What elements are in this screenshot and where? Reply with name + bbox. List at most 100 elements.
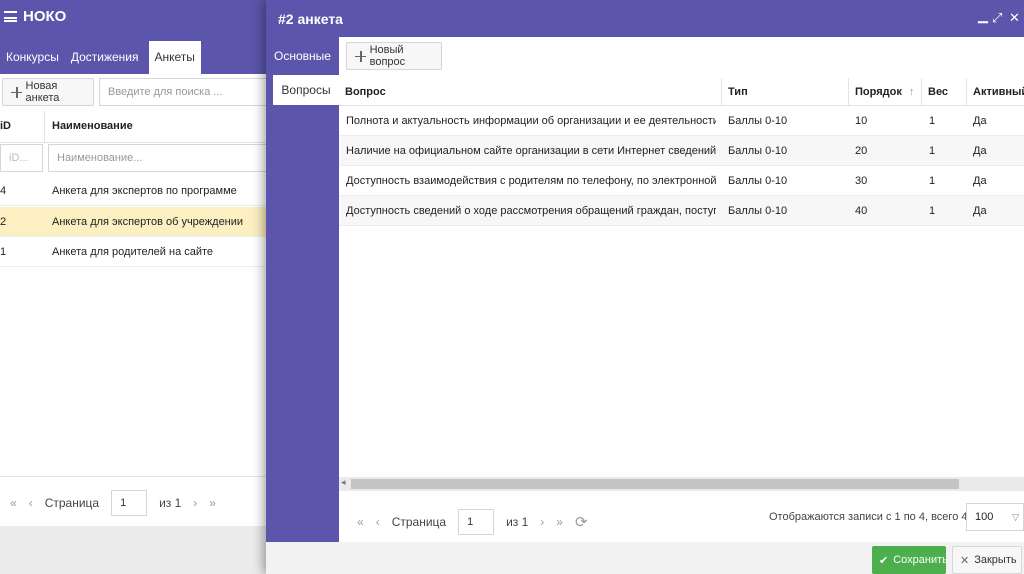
page-of: из 1 bbox=[506, 515, 529, 529]
column-type[interactable]: Тип bbox=[721, 78, 848, 106]
modal-title: #2 анкета bbox=[278, 11, 343, 27]
cell-active: Да bbox=[973, 205, 987, 217]
check-icon: ✔ bbox=[879, 554, 889, 567]
next-page-icon[interactable]: › bbox=[193, 496, 197, 510]
table-row-selected[interactable]: 2 Анкета для экспертов об учреждении bbox=[0, 207, 268, 237]
plus-icon bbox=[355, 50, 366, 62]
table-row[interactable]: 4 Анкета для экспертов по программе bbox=[0, 176, 268, 206]
modal-footer: ✔ Сохранить ✕ Закрыть bbox=[266, 542, 1024, 574]
table-row[interactable]: Полнота и актуальность информации об орг… bbox=[339, 106, 1024, 136]
row-name: Анкета для родителей на сайте bbox=[52, 246, 214, 258]
bg-pager: « ‹ Страница 1 из 1 › » bbox=[10, 490, 216, 516]
first-page-icon[interactable]: « bbox=[10, 496, 17, 510]
app-title-text: НОКО bbox=[23, 8, 67, 25]
page-input[interactable]: 1 bbox=[458, 509, 495, 535]
cell-type: Баллы 0-10 bbox=[728, 205, 788, 217]
table-row[interactable]: Наличие на официальном сайте организации… bbox=[339, 136, 1024, 166]
prev-page-icon[interactable]: ‹ bbox=[376, 515, 380, 529]
new-question-button[interactable]: Новый вопрос bbox=[346, 42, 442, 70]
column-active[interactable]: Активный bbox=[966, 78, 1024, 106]
modal-header: #2 анкета ▁ ⤢ ✕ bbox=[266, 0, 1024, 37]
table-row[interactable]: Доступность сведений о ходе рассмотрения… bbox=[339, 196, 1024, 226]
column-order[interactable]: Порядок ↑ bbox=[848, 78, 921, 106]
grid-header: iD Наименование bbox=[0, 111, 268, 143]
column-weight[interactable]: Вес bbox=[921, 78, 966, 106]
row-name: Анкета для экспертов по программе bbox=[52, 185, 237, 197]
cell-active: Да bbox=[973, 145, 987, 157]
sort-asc-icon: ↑ bbox=[908, 86, 915, 98]
questionnaire-modal: #2 анкета ▁ ⤢ ✕ Основные Вопросы Новый в… bbox=[266, 0, 1024, 574]
close-icon[interactable]: ✕ bbox=[1009, 10, 1020, 26]
first-page-icon[interactable]: « bbox=[357, 515, 364, 529]
app-title: НОКО bbox=[4, 8, 66, 25]
new-questionnaire-label: Новая анкета bbox=[25, 80, 60, 104]
table-row[interactable]: 1 Анкета для родителей на сайте bbox=[0, 237, 268, 267]
menu-icon[interactable] bbox=[4, 11, 17, 22]
cell-type: Баллы 0-10 bbox=[728, 115, 788, 127]
minimize-icon[interactable]: ▁ bbox=[978, 8, 988, 24]
sidebar-item-questions[interactable]: Вопросы bbox=[273, 75, 339, 105]
cell-question: Доступность сведений о ходе рассмотрения… bbox=[346, 205, 716, 217]
maximize-icon[interactable]: ⤢ bbox=[992, 10, 1002, 26]
chevron-down-icon: ▽ bbox=[1012, 512, 1019, 522]
page-of: из 1 bbox=[159, 496, 182, 510]
next-page-icon[interactable]: › bbox=[540, 515, 544, 529]
cell-active: Да bbox=[973, 115, 987, 127]
page-size-select[interactable]: 100 ▽ bbox=[966, 503, 1024, 531]
column-divider bbox=[44, 111, 45, 143]
cell-order: 20 bbox=[855, 145, 868, 157]
background-app: НОКО Конкурсы Достижения Анкеты Новая ан… bbox=[0, 0, 268, 574]
page-label: Страница bbox=[391, 515, 447, 529]
new-question-label: Новый вопрос bbox=[369, 44, 406, 68]
cell-order: 10 bbox=[855, 115, 868, 127]
tab-questionnaires[interactable]: Анкеты bbox=[148, 41, 201, 74]
column-id[interactable]: iD bbox=[0, 120, 11, 132]
prev-page-icon[interactable]: ‹ bbox=[29, 496, 33, 510]
filter-id-input[interactable]: iD... bbox=[0, 144, 43, 172]
filter-name-input[interactable]: Наименование... bbox=[48, 144, 268, 172]
save-label: Сохранить bbox=[893, 554, 948, 566]
horizontal-scrollbar[interactable]: ◂ bbox=[339, 477, 1024, 491]
records-info: Отображаются записи с 1 по 4, всего 4 bbox=[769, 511, 968, 523]
last-page-icon[interactable]: » bbox=[556, 515, 563, 529]
cell-active: Да bbox=[973, 175, 987, 187]
cell-type: Баллы 0-10 bbox=[728, 175, 788, 187]
questions-pager: « ‹ Страница 1 из 1 › » ⟳ bbox=[357, 509, 588, 535]
row-id: 1 bbox=[0, 246, 7, 258]
scroll-left-icon[interactable]: ◂ bbox=[341, 477, 346, 488]
close-label: Закрыть bbox=[974, 554, 1017, 566]
row-id: 4 bbox=[0, 185, 7, 197]
row-id: 2 bbox=[0, 216, 7, 228]
close-button[interactable]: ✕ Закрыть bbox=[952, 546, 1022, 574]
page-input[interactable]: 1 bbox=[111, 490, 148, 516]
bg-footer bbox=[0, 526, 268, 574]
sidebar-item-general[interactable]: Основные bbox=[266, 41, 339, 71]
column-order-label: Порядок bbox=[855, 86, 902, 98]
table-row[interactable]: Доступность взаимодействия с родителям п… bbox=[339, 166, 1024, 196]
scrollbar-thumb[interactable] bbox=[351, 479, 959, 489]
modal-sidebar: Основные Вопросы bbox=[266, 37, 339, 542]
cell-weight: 1 bbox=[929, 115, 936, 127]
cell-question: Доступность взаимодействия с родителям п… bbox=[346, 175, 716, 187]
tab-achievements[interactable]: Достижения bbox=[65, 41, 145, 74]
new-questionnaire-button[interactable]: Новая анкета bbox=[2, 78, 94, 106]
cell-weight: 1 bbox=[929, 145, 936, 157]
column-question[interactable]: Вопрос bbox=[339, 78, 720, 106]
refresh-icon[interactable]: ⟳ bbox=[575, 513, 588, 531]
last-page-icon[interactable]: » bbox=[209, 496, 216, 510]
cell-type: Баллы 0-10 bbox=[728, 145, 788, 157]
column-name[interactable]: Наименование bbox=[52, 120, 133, 132]
row-name: Анкета для экспертов об учреждении bbox=[52, 216, 244, 228]
cell-weight: 1 bbox=[929, 205, 936, 217]
page-label: Страница bbox=[44, 496, 100, 510]
search-input[interactable]: Введите для поиска ... bbox=[99, 78, 268, 106]
tab-contests[interactable]: Конкурсы bbox=[0, 41, 65, 74]
app-header: НОКО Конкурсы Достижения Анкеты bbox=[0, 0, 268, 74]
questions-panel: Новый вопрос Вопрос Тип Порядок ↑ Вес Ак… bbox=[339, 37, 1024, 542]
save-button[interactable]: ✔ Сохранить bbox=[872, 546, 948, 574]
app-tabs: Конкурсы Достижения Анкеты bbox=[0, 41, 201, 74]
cell-question: Полнота и актуальность информации об орг… bbox=[346, 115, 716, 127]
cell-order: 40 bbox=[855, 205, 868, 217]
cell-weight: 1 bbox=[929, 175, 936, 187]
cell-question: Наличие на официальном сайте организации… bbox=[346, 145, 716, 157]
